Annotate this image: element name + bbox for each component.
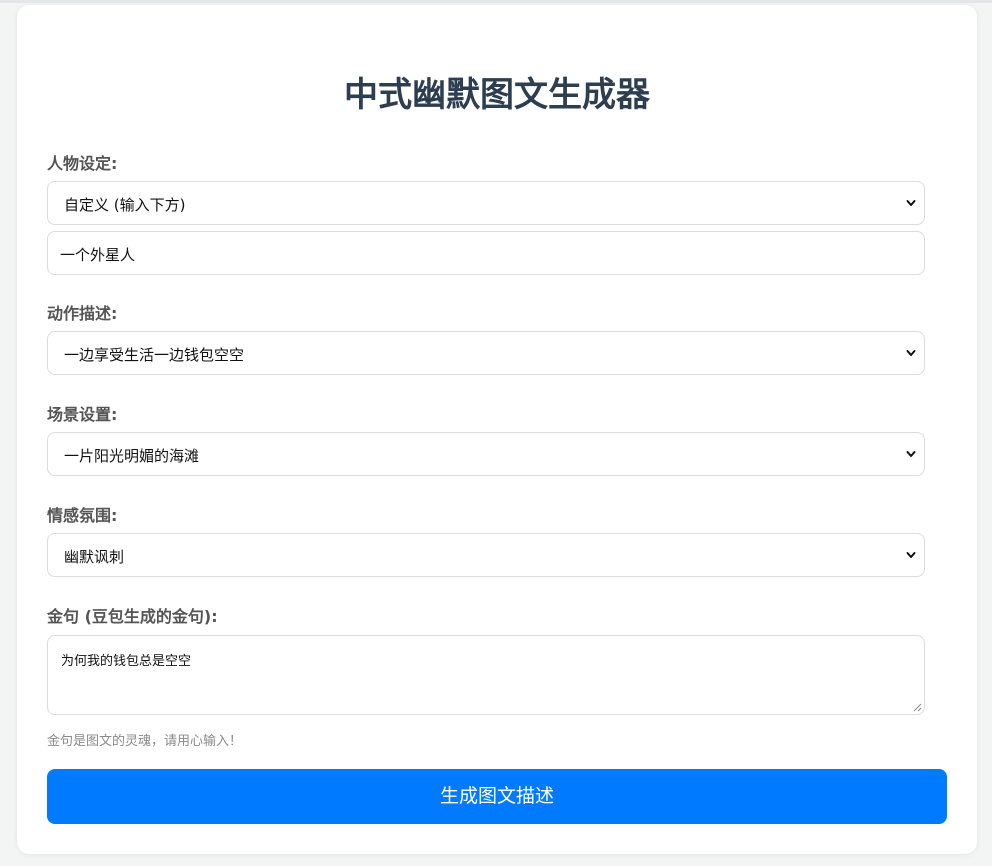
- quote-textarea[interactable]: 为何我的钱包总是空空: [47, 635, 925, 715]
- emotion-label: 情感氛围:: [47, 506, 118, 525]
- window-top-border: [0, 0, 992, 3]
- resize-grip-icon[interactable]: [913, 703, 922, 712]
- quote-textarea-value: 为何我的钱包总是空空: [61, 654, 192, 669]
- custom-character-input[interactable]: 一个外星人: [47, 231, 925, 275]
- emotion-select[interactable]: 幽默讽刺: [47, 533, 925, 577]
- character-select-value: 自定义 (输入下方): [64, 196, 186, 214]
- quote-label: 金句 (豆包生成的金句):: [47, 607, 218, 626]
- action-select-value: 一边享受生活一边钱包空空: [64, 346, 245, 364]
- chevron-down-icon: [906, 350, 916, 356]
- action-label: 动作描述:: [47, 304, 118, 323]
- quote-hint: 金句是图文的灵魂，请用心输入！: [47, 734, 243, 749]
- scene-select-value: 一片阳光明媚的海滩: [64, 447, 200, 465]
- page-title: 中式幽默图文生成器: [344, 75, 650, 115]
- custom-character-value: 一个外星人: [60, 246, 136, 264]
- chevron-down-icon: [906, 451, 916, 457]
- chevron-down-icon: [906, 552, 916, 558]
- emotion-select-value: 幽默讽刺: [64, 548, 125, 566]
- character-select[interactable]: 自定义 (输入下方): [47, 181, 925, 225]
- scene-select[interactable]: 一片阳光明媚的海滩: [47, 432, 925, 476]
- chevron-down-icon: [906, 200, 916, 206]
- character-label: 人物设定:: [47, 154, 118, 173]
- scene-label: 场景设置:: [47, 405, 118, 424]
- generate-button[interactable]: 生成图文描述: [47, 769, 947, 824]
- generator-card: 中式幽默图文生成器 人物设定: 自定义 (输入下方) 一个外星人 动作描述: 一…: [17, 5, 977, 854]
- action-select[interactable]: 一边享受生活一边钱包空空: [47, 331, 925, 375]
